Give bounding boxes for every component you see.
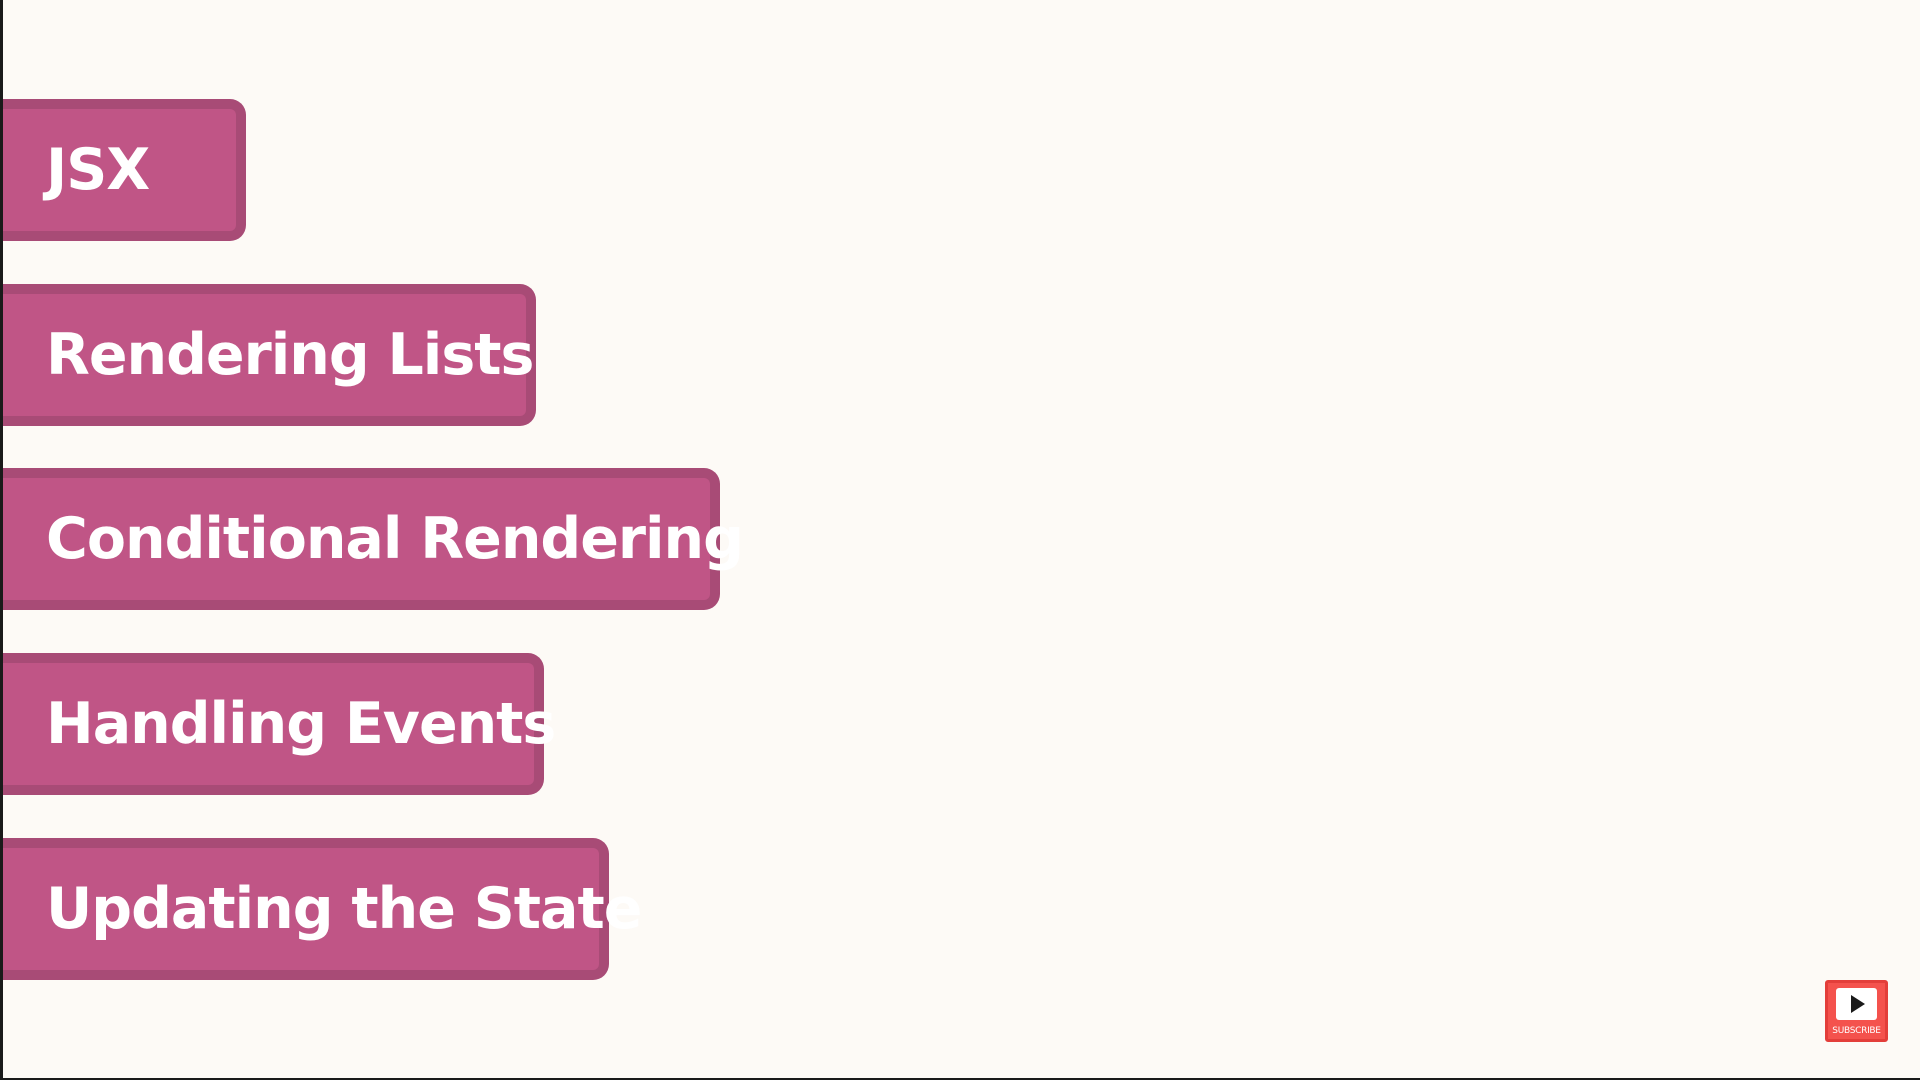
subscribe-button[interactable]: SUBSCRIBE <box>1825 980 1888 1042</box>
topic-item-handling-events: Handling Events <box>3 653 556 795</box>
topic-label: Conditional Rendering <box>46 506 744 572</box>
topic-item-conditional-rendering: Conditional Rendering <box>3 468 744 610</box>
slide: JSX Rendering Lists Conditional Renderin… <box>0 0 1920 1080</box>
topic-label: Updating the State <box>46 876 642 942</box>
topic-label: Handling Events <box>46 691 556 757</box>
topic-label: Rendering Lists <box>46 322 534 388</box>
topic-item-jsx: JSX <box>3 99 246 241</box>
video-screen-icon <box>1836 988 1877 1020</box>
topic-item-rendering-lists: Rendering Lists <box>3 284 536 426</box>
play-icon <box>1851 995 1865 1013</box>
topic-item-updating-the-state: Updating the State <box>3 838 642 980</box>
topic-label: JSX <box>46 137 150 203</box>
subscribe-label: SUBSCRIBE <box>1832 1026 1881 1036</box>
